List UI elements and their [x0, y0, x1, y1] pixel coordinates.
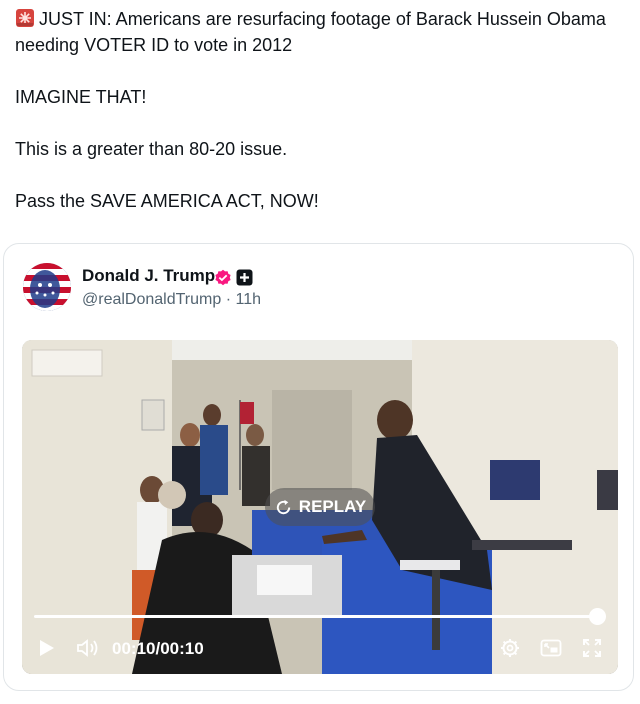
- fullscreen-icon[interactable]: [582, 638, 602, 658]
- pip-icon[interactable]: [540, 638, 562, 658]
- replay-label: REPLAY: [298, 497, 367, 516]
- settings-icon[interactable]: [500, 638, 520, 658]
- post-line-1: JUST IN: Americans are resurfacing foota…: [15, 9, 606, 55]
- replay-icon: [276, 499, 290, 514]
- time-readout: 00:10/00:10: [112, 639, 204, 659]
- post-text: JUST IN: Americans are resurfacing foota…: [15, 6, 615, 240]
- progress-scrubber[interactable]: [589, 608, 606, 625]
- post-line-3: This is a greater than 80-20 issue.: [15, 139, 288, 159]
- verified-badge-icon: [215, 269, 231, 286]
- author-handle-time: @realDonaldTrump · 11h: [82, 291, 261, 308]
- replay-button[interactable]: REPLAY: [265, 488, 375, 526]
- siren-icon: [16, 9, 34, 27]
- time-total: 00:10: [160, 639, 204, 658]
- post-line-4: Pass the SAVE AMERICA ACT, NOW!: [15, 191, 319, 211]
- progress-bar[interactable]: [34, 615, 598, 618]
- play-icon[interactable]: [38, 638, 56, 658]
- affiliate-badge-icon: [236, 269, 253, 286]
- avatar[interactable]: [23, 263, 71, 311]
- volume-icon[interactable]: [76, 638, 100, 658]
- video-player[interactable]: REPLAY 00:10/00:10: [22, 340, 618, 674]
- post-line-2: IMAGINE THAT!: [15, 87, 147, 107]
- quoted-post-card[interactable]: Donald J. Trump @realDonaldTrump · 11h R…: [3, 243, 634, 691]
- time-current: 00:10: [112, 639, 156, 658]
- author-name[interactable]: Donald J. Trump: [82, 266, 215, 286]
